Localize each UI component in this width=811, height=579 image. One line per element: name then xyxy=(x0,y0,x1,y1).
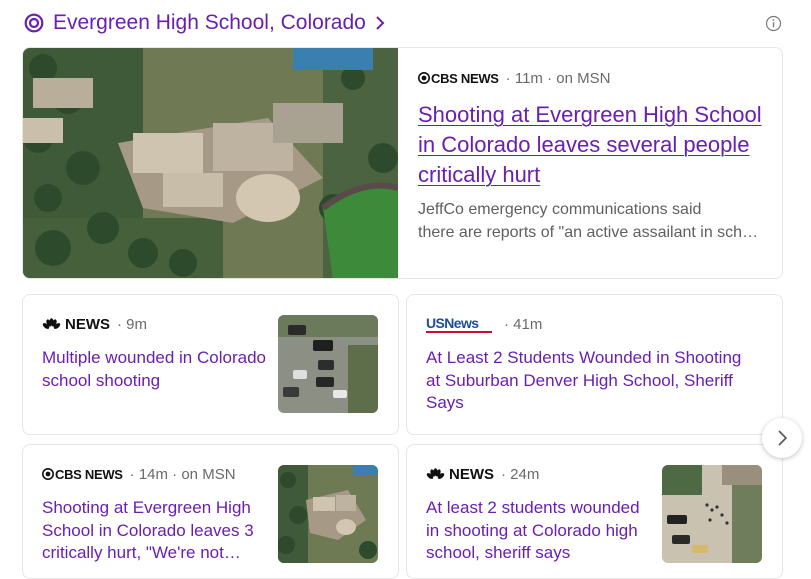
timestamp: · 14m · on MSN xyxy=(129,465,236,483)
cbs-news-logo: CBS NEWS xyxy=(42,467,123,482)
cbs-eye-icon xyxy=(42,468,54,480)
carousel-next-button[interactable] xyxy=(762,418,802,458)
source-name: CBS NEWS xyxy=(55,466,123,482)
police-scene-thumbnail[interactable] xyxy=(278,315,378,413)
source-name: NEWS xyxy=(449,465,494,483)
topic-header[interactable]: Evergreen High School, Colorado xyxy=(24,8,386,38)
source-row: CBS NEWS · 11m · on MSN xyxy=(418,68,763,88)
topic-rings-icon xyxy=(24,13,44,33)
timestamp: · 24m xyxy=(501,465,540,483)
headline-line: School in Colorado leaves 3 xyxy=(42,520,254,540)
source-name: CBS NEWS xyxy=(431,70,499,86)
carousel-next-icon xyxy=(778,430,788,446)
snippet-line: JeffCo emergency communications said xyxy=(418,201,702,218)
students-evacuation-thumbnail[interactable] xyxy=(662,465,762,563)
lead-headline[interactable]: Shooting at Evergreen High School in Col… xyxy=(418,100,763,190)
info-icon[interactable] xyxy=(765,15,782,32)
card-body: NEWS · 24m At least 2 students wounded i… xyxy=(426,464,651,565)
card-body: USNews · 41m At Least 2 Students Wounded… xyxy=(426,314,756,415)
lead-snippet: JeffCo emergency communications said the… xyxy=(418,198,763,244)
card-headline[interactable]: Multiple wounded in Colorado school shoo… xyxy=(42,347,267,392)
card-body: NEWS · 9m Multiple wounded in Colorado s… xyxy=(42,314,267,392)
chevron-right-icon[interactable] xyxy=(374,15,386,31)
timestamp: · 9m xyxy=(117,315,147,333)
nbc-news-logo: NEWS xyxy=(426,466,494,483)
card-body: CBS NEWS · 14m · on MSN Shooting at Ever… xyxy=(42,464,267,565)
source-name: USNews xyxy=(426,314,479,331)
source-row: CBS NEWS · 14m · on MSN xyxy=(42,464,267,484)
card-headline[interactable]: Shooting at Evergreen High School in Col… xyxy=(42,497,267,565)
aerial-school-thumbnail[interactable] xyxy=(278,465,378,563)
card-headline[interactable]: At least 2 students wounded in shooting … xyxy=(426,497,651,565)
topic-title[interactable]: Evergreen High School, Colorado xyxy=(53,11,366,35)
snippet-line: there are reports of "an active assailan… xyxy=(418,224,763,241)
usnews-underline xyxy=(426,330,492,333)
source-row: USNews · 41m xyxy=(426,314,756,334)
headline-line: Shooting at Evergreen High xyxy=(42,498,251,517)
news-card[interactable]: USNews · 41m At Least 2 Students Wounded… xyxy=(406,294,783,435)
aerial-school-image[interactable] xyxy=(23,48,398,279)
source-row: NEWS · 24m xyxy=(426,464,651,484)
nbc-peacock-icon xyxy=(426,468,445,479)
source-row: NEWS · 9m xyxy=(42,314,267,334)
lead-body: CBS NEWS · 11m · on MSN Shooting at Ever… xyxy=(418,68,763,244)
nbc-peacock-icon xyxy=(42,318,61,329)
cbs-news-logo: CBS NEWS xyxy=(418,71,499,86)
timestamp: · 11m · on MSN xyxy=(505,69,611,87)
card-headline[interactable]: At Least 2 Students Wounded in Shooting … xyxy=(426,347,756,415)
headline-line: critically hurt, "We're not… xyxy=(42,543,241,562)
source-name: NEWS xyxy=(65,315,110,333)
timestamp: · 41m xyxy=(504,315,543,333)
nbc-news-logo: NEWS xyxy=(42,316,110,333)
lead-news-card[interactable]: CBS NEWS · 11m · on MSN Shooting at Ever… xyxy=(22,47,783,279)
news-card[interactable]: CBS NEWS · 14m · on MSN Shooting at Ever… xyxy=(22,444,399,579)
usnews-logo: USNews xyxy=(426,316,492,333)
news-card[interactable]: NEWS · 24m At least 2 students wounded i… xyxy=(406,444,783,579)
cbs-eye-icon xyxy=(418,72,430,84)
news-card[interactable]: NEWS · 9m Multiple wounded in Colorado s… xyxy=(22,294,399,435)
